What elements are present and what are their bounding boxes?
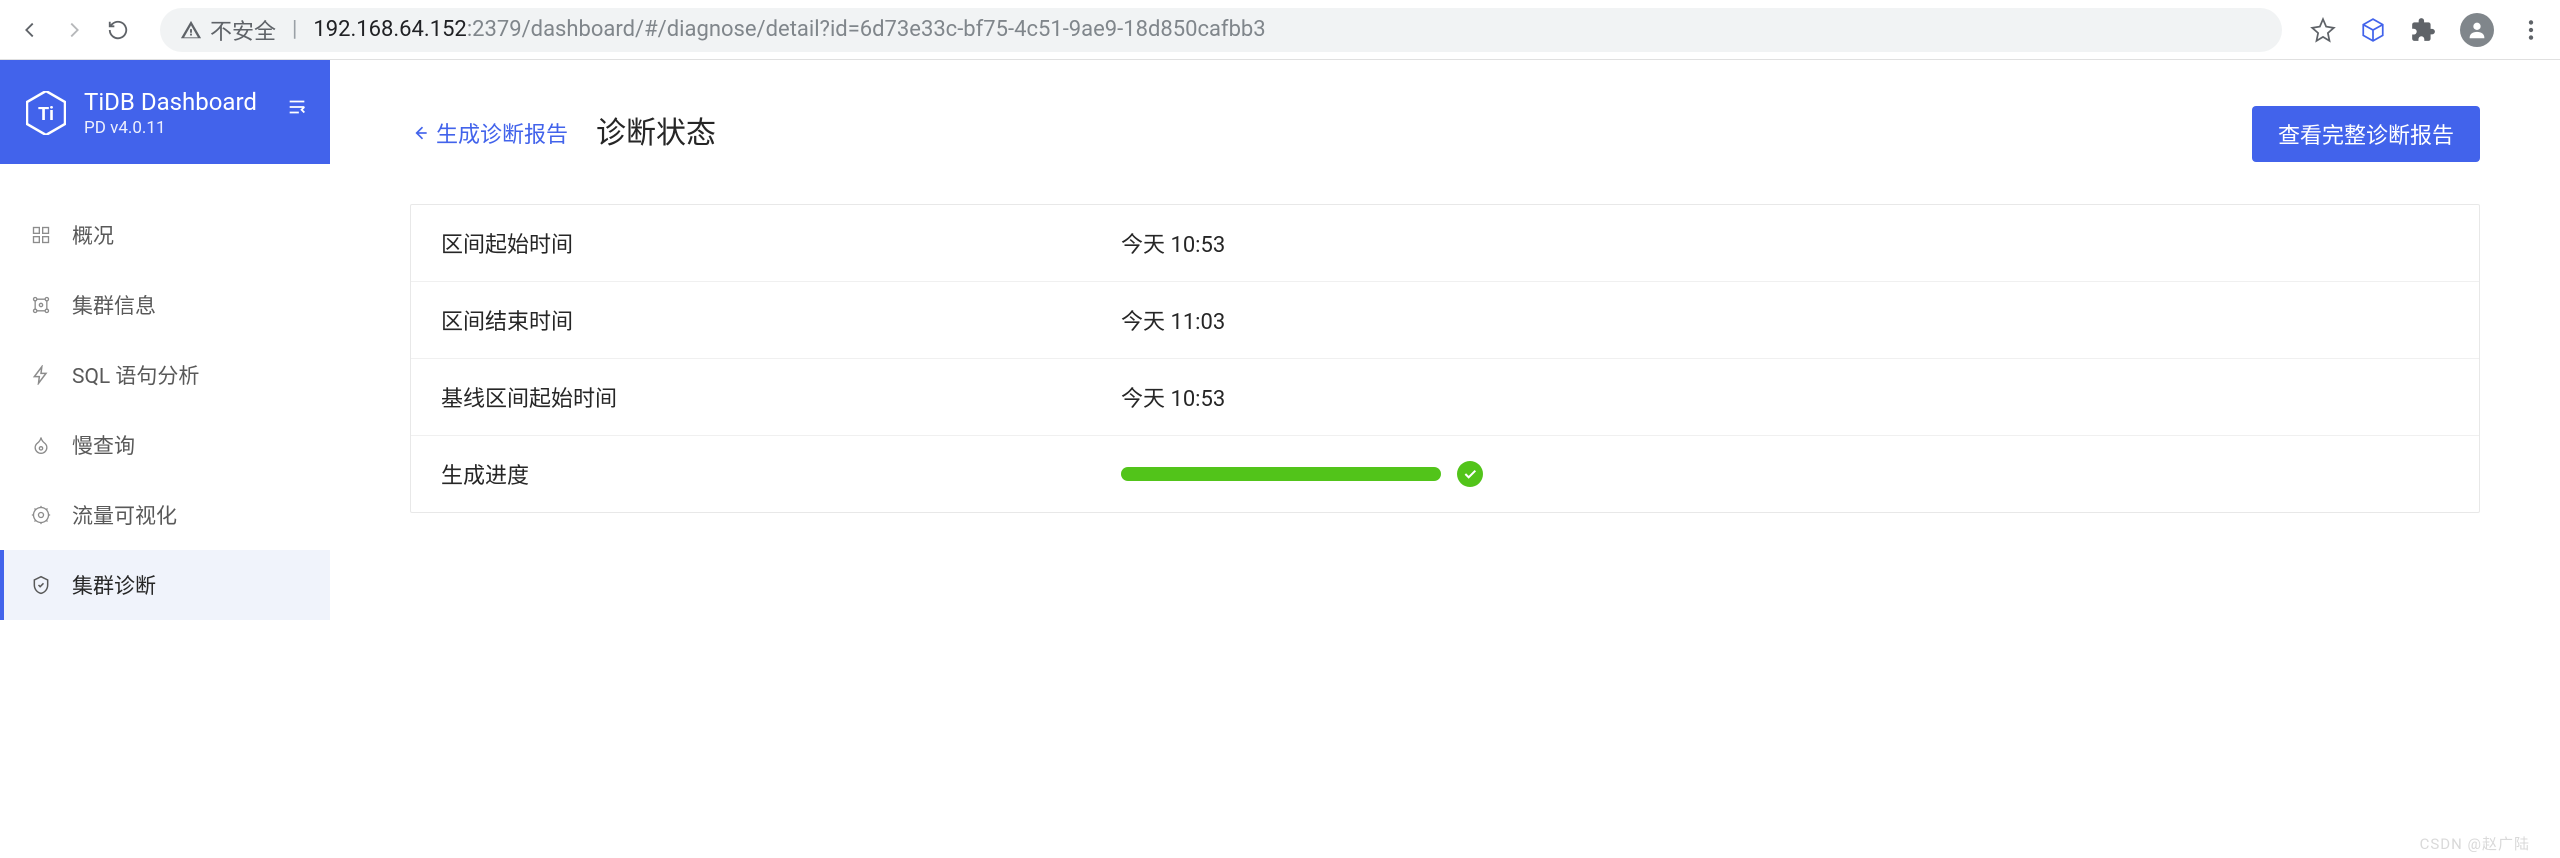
- security-warning: 不安全: [180, 14, 276, 46]
- sidebar-item-label: 集群信息: [72, 290, 156, 320]
- sidebar-header: Ti TiDB Dashboard PD v4.0.11: [0, 60, 330, 164]
- security-label: 不安全: [210, 14, 276, 46]
- back-link[interactable]: 生成诊断报告: [410, 117, 568, 149]
- extensions-icon[interactable]: [2410, 17, 2436, 43]
- page-title: 诊断状态: [596, 108, 716, 152]
- sidebar-item-overview[interactable]: 概况: [0, 200, 330, 270]
- arrow-left-icon: [410, 123, 430, 143]
- url-path: :2379/dashboard/#/diagnose/detail?id=6d7…: [467, 17, 1266, 42]
- reload-button[interactable]: [104, 16, 132, 44]
- warning-icon: [180, 19, 202, 41]
- sidebar: Ti TiDB Dashboard PD v4.0.11 概况 集群信: [0, 60, 330, 858]
- sidebar-item-slow-query[interactable]: 慢查询: [0, 410, 330, 480]
- row-value-baseline-start: 今天 10:53: [1091, 359, 2479, 435]
- table-row: 区间起始时间 今天 10:53: [411, 205, 2479, 282]
- main-content: 生成诊断报告 诊断状态 查看完整诊断报告 区间起始时间 今天 10:53 区间结…: [330, 60, 2560, 858]
- page-header: 生成诊断报告 诊断状态: [410, 108, 2480, 152]
- browser-toolbar: 不安全 | 192.168.64.152:2379/dashboard/#/di…: [0, 0, 2560, 60]
- cube-extension-icon[interactable]: [2360, 17, 2386, 43]
- url-divider: |: [292, 17, 297, 42]
- profile-avatar[interactable]: [2460, 13, 2494, 47]
- sidebar-item-label: 流量可视化: [72, 500, 177, 530]
- row-label-start-time: 区间起始时间: [411, 205, 1091, 281]
- success-check-icon: [1457, 461, 1483, 487]
- star-icon[interactable]: [2310, 17, 2336, 43]
- sidebar-item-label: 概况: [72, 220, 114, 250]
- sidebar-item-sql-analysis[interactable]: SQL 语句分析: [0, 340, 330, 410]
- table-row: 生成进度: [411, 436, 2479, 512]
- browser-actions: [2310, 13, 2544, 47]
- diagnose-info-table: 区间起始时间 今天 10:53 区间结束时间 今天 11:03 基线区间起始时间…: [410, 204, 2480, 513]
- view-full-report-button[interactable]: 查看完整诊断报告: [2252, 106, 2480, 162]
- sidebar-item-label: 集群诊断: [72, 570, 156, 600]
- row-value-end-time: 今天 11:03: [1091, 282, 2479, 358]
- forward-button[interactable]: [60, 16, 88, 44]
- url-host: 192.168.64.152: [313, 17, 466, 42]
- sidebar-item-label: 慢查询: [72, 430, 135, 460]
- sidebar-item-cluster-info[interactable]: 集群信息: [0, 270, 330, 340]
- browser-nav-buttons: [16, 16, 132, 44]
- sidebar-collapse-button[interactable]: [286, 96, 308, 122]
- table-row: 基线区间起始时间 今天 10:53: [411, 359, 2479, 436]
- table-row: 区间结束时间 今天 11:03: [411, 282, 2479, 359]
- app-root: Ti TiDB Dashboard PD v4.0.11 概况 集群信: [0, 60, 2560, 858]
- traffic-viz-icon: [30, 504, 52, 526]
- slow-query-icon: [30, 434, 52, 456]
- sidebar-item-label: SQL 语句分析: [72, 360, 199, 390]
- kebab-menu-icon[interactable]: [2518, 17, 2544, 43]
- back-button[interactable]: [16, 16, 44, 44]
- sidebar-nav: 概况 集群信息 SQL 语句分析 慢查询: [0, 164, 330, 620]
- brand-logo-icon: Ti: [26, 91, 66, 135]
- cluster-info-icon: [30, 294, 52, 316]
- row-label-baseline-start: 基线区间起始时间: [411, 359, 1091, 435]
- brand-title: TiDB Dashboard: [84, 88, 257, 116]
- row-label-progress: 生成进度: [411, 436, 1091, 512]
- row-value-progress: [1091, 439, 2479, 509]
- progress-bar: [1121, 467, 1441, 481]
- overview-icon: [30, 224, 52, 246]
- progress-indicator: [1121, 461, 2449, 487]
- svg-text:Ti: Ti: [38, 104, 54, 125]
- brand-subtitle: PD v4.0.11: [84, 118, 257, 138]
- diagnose-icon: [30, 574, 52, 596]
- row-value-start-time: 今天 10:53: [1091, 205, 2479, 281]
- sidebar-item-traffic-viz[interactable]: 流量可视化: [0, 480, 330, 550]
- watermark-text: CSDN @赵广陆: [2420, 833, 2530, 854]
- sql-analysis-icon: [30, 364, 52, 386]
- back-link-label: 生成诊断报告: [436, 117, 568, 149]
- sidebar-item-diagnose[interactable]: 集群诊断: [0, 550, 330, 620]
- address-bar[interactable]: 不安全 | 192.168.64.152:2379/dashboard/#/di…: [160, 8, 2282, 52]
- row-label-end-time: 区间结束时间: [411, 282, 1091, 358]
